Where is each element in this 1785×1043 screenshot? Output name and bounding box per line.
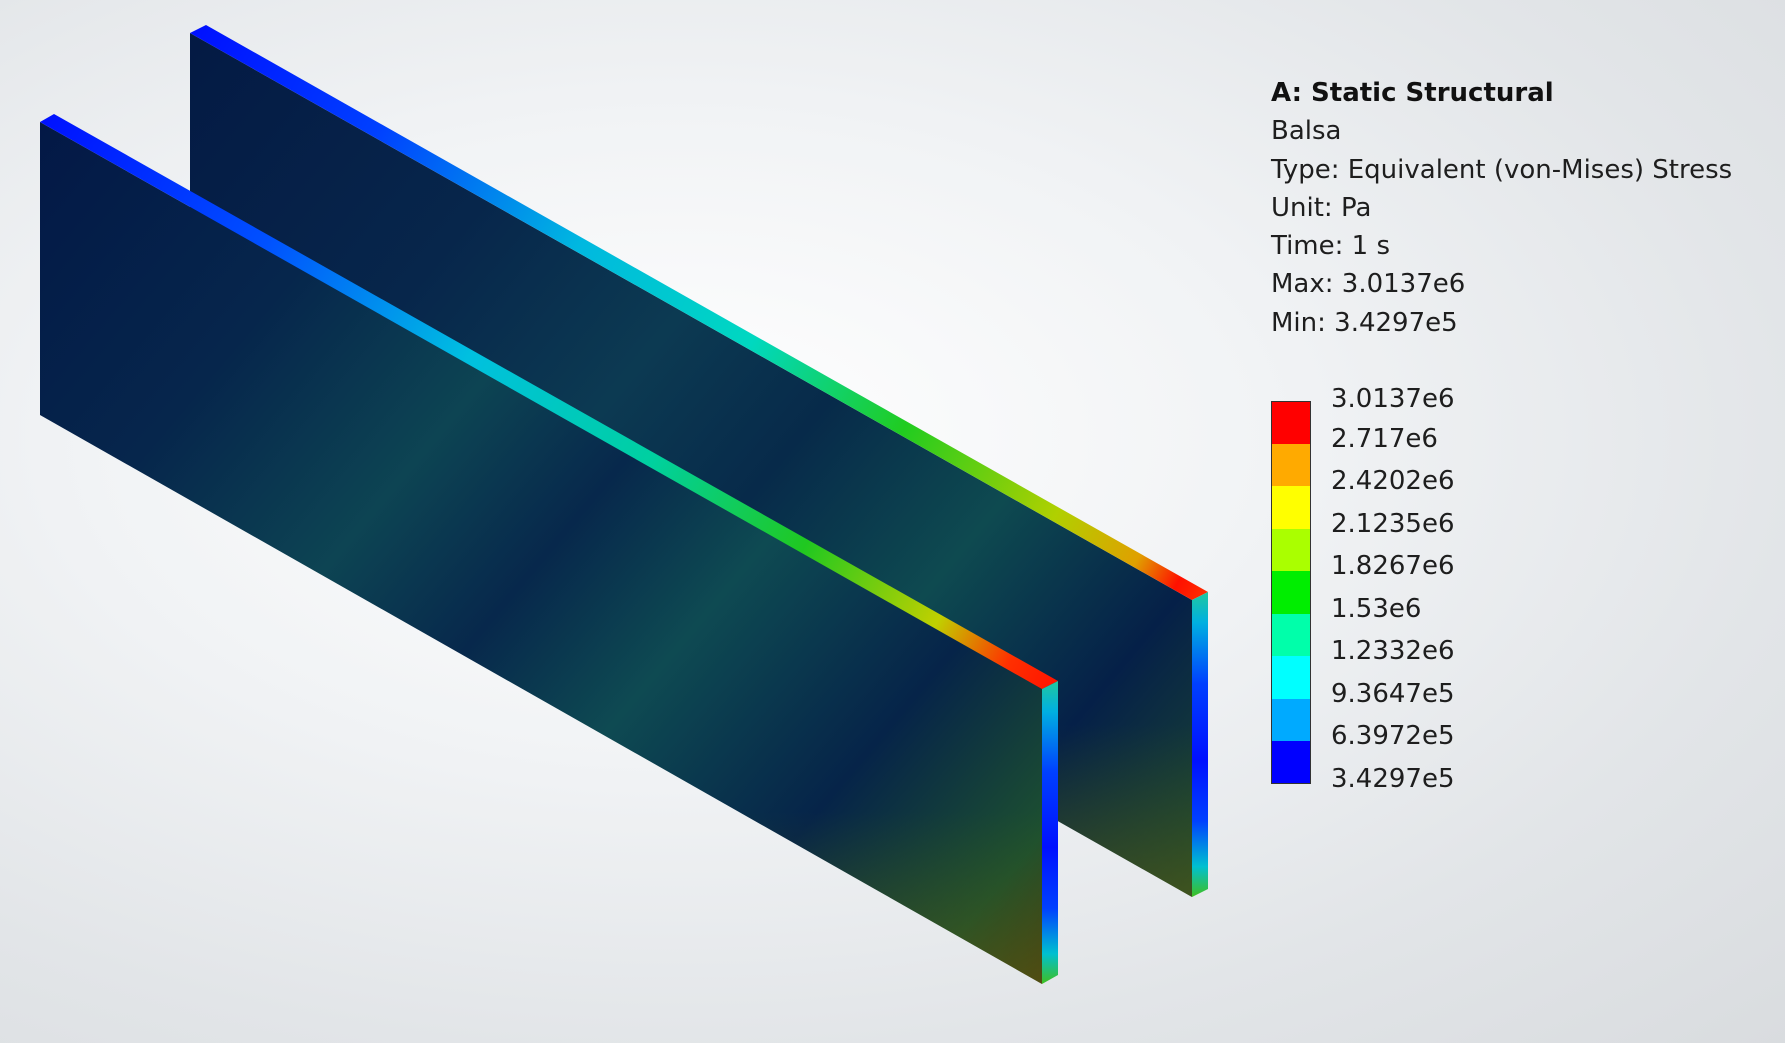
result-unit: Unit: Pa xyxy=(1271,192,1372,223)
legend-swatch-3[interactable] xyxy=(1271,528,1311,571)
legend-swatch-1[interactable] xyxy=(1271,443,1311,486)
legend-label-7: 9.3647e5 xyxy=(1331,678,1455,709)
result-max: Max: 3.0137e6 xyxy=(1271,269,1466,300)
legend-swatch-5[interactable] xyxy=(1271,613,1311,656)
legend-swatch-8[interactable] xyxy=(1271,741,1311,784)
result-type: Type: Equivalent (von-Mises) Stress xyxy=(1271,154,1733,185)
legend-label-8: 6.3972e5 xyxy=(1331,721,1455,751)
legend-swatch-2[interactable] xyxy=(1271,486,1311,529)
legend-swatch-0[interactable] xyxy=(1271,401,1311,444)
legend-swatch-6[interactable] xyxy=(1271,656,1311,699)
legend-label-9: 3.4297e5 xyxy=(1331,763,1455,794)
legend-label-0: 3.0137e6 xyxy=(1331,384,1455,414)
legend-swatch-7[interactable] xyxy=(1271,698,1311,741)
legend-label-1: 2.717e6 xyxy=(1331,423,1438,454)
result-min: Min: 3.4297e5 xyxy=(1271,307,1458,338)
graphics-viewport[interactable]: A: Static Structural Balsa Type: Equival… xyxy=(0,0,1785,1043)
legend-label-3: 2.1235e6 xyxy=(1331,508,1455,539)
result-time: Time: 1 s xyxy=(1271,231,1391,262)
legend-label-6: 1.2332e6 xyxy=(1331,636,1455,666)
legend-swatch-4[interactable] xyxy=(1271,571,1311,614)
analysis-title: A: Static Structural xyxy=(1271,78,1554,108)
legend-label-5: 1.53e6 xyxy=(1331,593,1422,624)
front-plate-end-face xyxy=(1042,681,1058,984)
material-name: Balsa xyxy=(1271,116,1342,147)
legend-label-4: 1.8267e6 xyxy=(1331,551,1455,581)
back-plate-end-face xyxy=(1192,592,1208,897)
result-info-panel: A: Static Structural Balsa Type: Equival… xyxy=(1271,74,1751,342)
legend-label-2: 2.4202e6 xyxy=(1331,466,1455,496)
